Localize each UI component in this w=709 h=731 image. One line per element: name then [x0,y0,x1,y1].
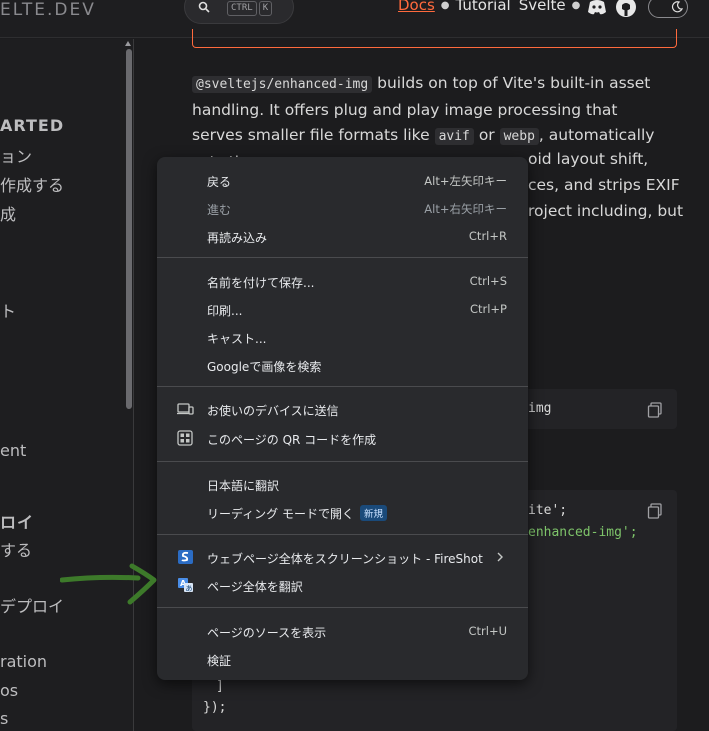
menu-item-label: Googleで画像を検索 [207,360,322,374]
menu-item-label: 名前を付けて保存... [207,276,315,290]
menu-item-shortcut: Ctrl+P [469,302,507,316]
sidebar-item[interactable]: ration [0,652,47,671]
menu-item-translate-to-japanese[interactable]: 日本語に翻訳 [157,470,528,498]
menu-separator [157,461,528,462]
menu-item-label: 再読み込み [207,231,268,245]
menu-item-shortcut: Ctrl+S [469,274,507,288]
new-badge: 新規 [359,505,387,521]
nav-link-svelte[interactable]: Svelte [519,0,566,14]
nav-link-docs[interactable]: Docs [398,0,435,14]
menu-item-reload[interactable]: 再読み込み Ctrl+R [157,222,528,250]
menu-item-translate-page[interactable]: A あ ページ全体を翻訳 [157,571,528,599]
sidebar-item[interactable]: ent [0,441,26,460]
menu-item-reading-mode[interactable]: リーディング モードで開く 新規 [157,498,528,526]
sidebar-item[interactable]: ト [0,298,16,322]
sidebar-item[interactable]: ョン [0,143,32,167]
menu-item-label: 検証 [207,654,232,668]
github-icon[interactable] [615,0,637,18]
menu-item-shortcut: Alt+左矢印キー [424,174,507,188]
translate-icon: A あ [178,578,193,593]
menu-item-label: 日本語に翻訳 [207,479,280,493]
code-text: }); [203,700,227,715]
menu-item-label: ウェブページ全体をスクリーンショット - FireShot [207,552,483,566]
fireshot-icon [178,550,193,564]
moon-icon [671,1,683,13]
qr-code-icon [177,430,193,446]
menu-item-shortcut: Ctrl+R [468,229,507,243]
svg-text:あ: あ [186,585,193,593]
menu-item-label: ページのソースを表示 [207,626,327,640]
menu-item-send-to-devices[interactable]: お使いのデバイスに送信 [157,395,528,423]
menu-item-shortcut: Alt+右矢印キー [424,202,507,216]
code-text: ite'; [528,503,568,518]
paragraph-text: ces, and strips EXIF [528,176,680,194]
menu-item-label: リーディング モードで開く 新規 [207,505,387,522]
paragraph-text: oid layout shift, [528,150,649,168]
menu-item-view-source[interactable]: ページのソースを表示 Ctrl+U [157,617,528,645]
scrollbar-thumb[interactable] [126,49,132,409]
menu-separator [157,257,528,258]
nav-dot: ● [571,0,581,11]
copy-icon[interactable] [647,402,663,418]
shortcut-key-k: K [258,1,273,16]
menu-item-print[interactable]: 印刷... Ctrl+P [157,295,528,323]
sidebar: ARTED ョン 作成する 成 ト ent ロイ する デプロイ ration … [0,39,134,731]
menu-item-forward: 進む Alt+右矢印キー [157,194,528,222]
menu-item-fireshot[interactable]: ウェブページ全体をスクリーンショット - FireShot [157,543,528,571]
search-icon [198,1,210,13]
shortcut-key-ctrl: CTRL [227,1,257,16]
menu-item-save-as[interactable]: 名前を付けて保存... Ctrl+S [157,267,528,295]
menu-separator [157,607,528,608]
menu-item-label: 進む [207,203,232,217]
sidebar-item[interactable]: デプロイ [0,593,64,617]
menu-item-label: ページ全体を翻訳 [207,580,303,594]
scroll-up-arrow[interactable] [125,41,131,46]
inline-code: @sveltejs/enhanced-img [192,76,373,93]
code-text: ] [216,679,224,694]
sidebar-item[interactable]: 成 [0,201,16,225]
menu-item-search-image-google[interactable]: Googleで画像を検索 [157,351,528,379]
discord-icon[interactable] [586,0,608,18]
sidebar-item[interactable]: する [0,537,32,561]
menu-item-label: お使いのデバイスに送信 [207,404,339,418]
sidebar-item[interactable]: os [0,681,18,700]
nav-dot: ● [440,0,450,11]
menu-separator [157,386,528,387]
paragraph-text: or [473,126,500,144]
menu-item-cast[interactable]: キャスト... [157,323,528,351]
menu-item-shortcut: Ctrl+U [468,624,507,638]
paragraph-text: roject including, but [528,202,684,220]
menu-item-label: このページの QR コードを作成 [207,433,377,447]
menu-item-label-text: リーディング モードで開く [207,507,354,521]
copy-icon[interactable] [647,503,663,519]
menu-separator [157,534,528,535]
site-logo[interactable]: ELTE.DEV [0,0,96,20]
chevron-right-icon [497,552,503,562]
nav-link-tutorial[interactable]: Tutorial [456,0,511,14]
menu-item-label: キャスト... [207,332,267,346]
menu-item-label: 戻る [207,175,232,189]
menu-item-inspect[interactable]: 検証 [157,645,528,673]
menu-item-create-qr-code[interactable]: このページの QR コードを作成 [157,424,528,452]
callout-box [192,29,677,48]
devices-icon [177,403,194,415]
context-menu: 戻る Alt+左矢印キー 進む Alt+右矢印キー 再読み込み Ctrl+R 名… [157,157,528,680]
menu-item-back[interactable]: 戻る Alt+左矢印キー [157,166,528,194]
inline-code: avif [434,128,474,145]
main-nav: Docs ● Tutorial Svelte ● [398,0,586,14]
inline-code: webp [499,128,539,145]
sidebar-section-heading: ロイ [0,513,35,532]
annotation-arrow-icon [60,563,157,605]
code-text: enhanced-img'; [528,525,638,540]
theme-toggle[interactable] [648,0,688,18]
sidebar-item[interactable]: s [0,709,8,728]
sidebar-section-heading: ARTED [0,116,65,135]
search-button[interactable]: CTRL K [184,0,294,24]
sidebar-item[interactable]: 作成する [0,172,64,196]
code-text: img [528,401,552,416]
menu-item-label: 印刷... [207,304,243,318]
